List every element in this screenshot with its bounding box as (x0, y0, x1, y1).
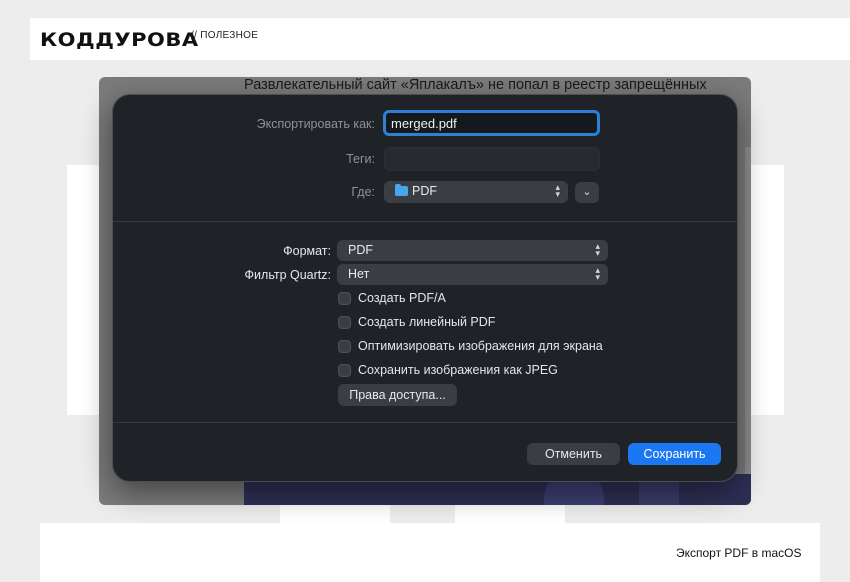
decor-block (455, 505, 565, 523)
quartz-filter-label: Фильтр Quartz: (244, 268, 331, 282)
divider (113, 221, 737, 222)
divider (113, 422, 737, 423)
export-as-label: Экспортировать как: (256, 117, 375, 131)
chevron-updown-icon: ▴ ▾ (555, 182, 560, 199)
quartz-filter-select[interactable]: Нет ▴ ▾ (337, 264, 608, 285)
save-button[interactable]: Сохранить (628, 443, 721, 465)
decorative-shape (639, 479, 679, 505)
pdfa-label: Создать PDF/A (358, 291, 446, 305)
linear-pdf-checkbox[interactable] (338, 316, 351, 329)
format-label: Формат: (283, 244, 331, 258)
optimize-images-label: Оптимизировать изображения для экрана (358, 339, 603, 353)
format-value: PDF (348, 243, 373, 257)
chevron-down-icon: ⌄ (582, 186, 592, 198)
tags-input[interactable] (384, 147, 600, 171)
save-jpeg-checkbox[interactable] (338, 364, 351, 377)
image-caption: Экспорт PDF в macOS (676, 546, 802, 560)
filename-input[interactable]: merged.pdf (383, 110, 600, 136)
background-window-title: Развлекательный сайт «Яплакалъ» не попал… (244, 77, 707, 93)
location-value: PDF (412, 184, 437, 198)
site-logo[interactable]: КОДДУРОВА (40, 29, 199, 51)
cancel-button[interactable]: Отменить (527, 443, 620, 465)
export-dialog: Экспортировать как: merged.pdf Теги: Где… (112, 94, 738, 482)
tags-label: Теги: (346, 152, 375, 166)
decor-block (750, 165, 784, 415)
chevron-updown-icon: ▴ ▾ (595, 241, 600, 258)
window-edge (745, 147, 751, 505)
permissions-button[interactable]: Права доступа... (338, 384, 457, 406)
quartz-filter-value: Нет (348, 267, 370, 281)
optimize-images-checkbox[interactable] (338, 340, 351, 353)
where-label: Где: (351, 185, 375, 199)
chevron-updown-icon: ▴ ▾ (595, 265, 600, 282)
decor-block (280, 505, 390, 523)
pdfa-checkbox[interactable] (338, 292, 351, 305)
location-select[interactable]: PDF ▴ ▾ (384, 181, 568, 203)
save-jpeg-label: Сохранить изображения как JPEG (358, 363, 558, 377)
format-select[interactable]: PDF ▴ ▾ (337, 240, 608, 261)
linear-pdf-label: Создать линейный PDF (358, 315, 496, 329)
expand-button[interactable]: ⌄ (575, 182, 599, 203)
section-label[interactable]: // ПОЛЕЗНОЕ (191, 30, 258, 41)
folder-icon (395, 184, 408, 196)
